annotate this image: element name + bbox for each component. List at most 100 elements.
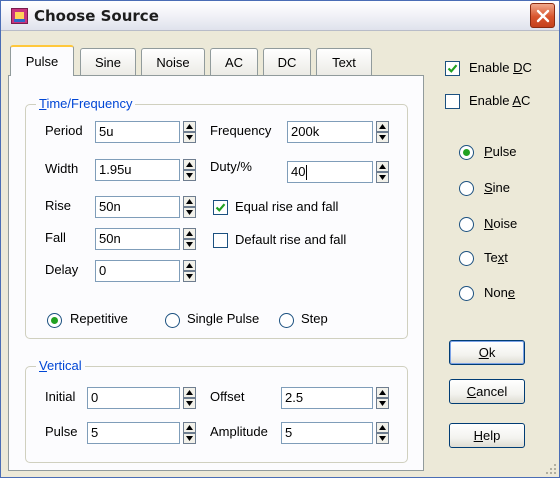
rise-label: Rise xyxy=(45,198,72,213)
spin-up-button[interactable] xyxy=(376,422,389,433)
spin-up-button[interactable] xyxy=(183,196,196,207)
default-rise-fall-label: Default rise and fall xyxy=(235,232,347,247)
source-none-label: None xyxy=(484,285,516,300)
period-field[interactable]: 5u xyxy=(95,121,180,143)
source-pulse-radio[interactable] xyxy=(459,145,474,160)
arrow-up-icon xyxy=(186,124,193,129)
ok-mnemonic: O xyxy=(478,345,489,360)
tab-label: Sine xyxy=(94,54,122,70)
source-sine-radio[interactable] xyxy=(459,181,474,196)
spin-down-button[interactable] xyxy=(376,172,389,183)
initial-field[interactable]: 0 xyxy=(87,387,180,409)
tab-ac[interactable]: AC xyxy=(210,48,258,75)
frequency-spinner[interactable] xyxy=(376,121,389,143)
source-pulse-label: Pulse xyxy=(484,144,517,159)
radio-selected-dot xyxy=(51,317,58,324)
equal-rise-fall-checkbox[interactable] xyxy=(213,200,228,215)
radio-selected-dot xyxy=(463,149,470,156)
spin-up-button[interactable] xyxy=(376,161,389,172)
spin-down-button[interactable] xyxy=(183,207,196,218)
frequency-field[interactable]: 200k xyxy=(287,121,373,143)
arrow-up-icon xyxy=(186,162,193,167)
rise-field[interactable]: 50n xyxy=(95,196,180,218)
amplitude-field[interactable]: 5 xyxy=(281,422,373,444)
tab-text[interactable]: Text xyxy=(316,48,372,75)
pulse-amount-field[interactable]: 5 xyxy=(87,422,180,444)
width-label: Width xyxy=(45,161,79,176)
checkmark-icon xyxy=(215,203,226,212)
enable-ac-label: Enable AC xyxy=(469,93,531,108)
tab-dc[interactable]: DC xyxy=(263,48,311,75)
pulse-amount-spinner[interactable] xyxy=(183,422,196,444)
spin-down-button[interactable] xyxy=(183,433,196,444)
ok-button[interactable]: Ok xyxy=(449,340,525,365)
enable-ac-checkbox[interactable] xyxy=(445,94,460,109)
source-none-radio[interactable] xyxy=(459,286,474,301)
spin-up-button[interactable] xyxy=(183,422,196,433)
spin-up-button[interactable] xyxy=(376,121,389,132)
window-title: Choose Source xyxy=(34,7,159,25)
close-icon xyxy=(536,9,550,23)
repetitive-radio[interactable] xyxy=(47,313,62,328)
period-label: Period xyxy=(45,123,83,138)
cancel-button[interactable]: Cancel xyxy=(449,379,525,404)
duty-spinner[interactable] xyxy=(376,161,389,183)
spin-up-button[interactable] xyxy=(376,387,389,398)
single-pulse-radio[interactable] xyxy=(165,313,180,328)
source-sine-label: Sine xyxy=(484,180,511,195)
spin-up-button[interactable] xyxy=(183,387,196,398)
rise-spinner[interactable] xyxy=(183,196,196,218)
amplitude-spinner[interactable] xyxy=(376,422,389,444)
arrow-down-icon xyxy=(186,401,193,406)
spin-down-button[interactable] xyxy=(376,433,389,444)
frequency-label: Frequency xyxy=(210,123,272,138)
title-bar[interactable]: Choose Source xyxy=(1,1,559,31)
duty-value: 40 xyxy=(291,164,306,179)
source-text-label: Text xyxy=(484,250,508,265)
tab-sine[interactable]: Sine xyxy=(80,48,136,75)
spin-up-button[interactable] xyxy=(183,121,196,132)
delay-field[interactable]: 0 xyxy=(95,260,180,282)
arrow-up-icon xyxy=(186,390,193,395)
spin-down-button[interactable] xyxy=(183,271,196,282)
width-spinner[interactable] xyxy=(183,159,196,181)
spin-up-button[interactable] xyxy=(183,260,196,271)
width-field[interactable]: 1.95u xyxy=(95,159,180,181)
spin-down-button[interactable] xyxy=(183,398,196,409)
arrow-down-icon xyxy=(186,274,193,279)
delay-label: Delay xyxy=(45,262,79,277)
help-button[interactable]: Help xyxy=(449,423,525,448)
source-noise-radio[interactable] xyxy=(459,217,474,232)
repetitive-label: Repetitive xyxy=(70,311,128,326)
source-text-radio[interactable] xyxy=(459,251,474,266)
fall-spinner[interactable] xyxy=(183,228,196,250)
spin-up-button[interactable] xyxy=(183,228,196,239)
offset-spinner[interactable] xyxy=(376,387,389,409)
close-button[interactable] xyxy=(530,3,555,28)
spin-down-button[interactable] xyxy=(376,398,389,409)
tab-pulse[interactable]: Pulse xyxy=(10,45,74,76)
spin-down-button[interactable] xyxy=(183,170,196,181)
fall-field[interactable]: 50n xyxy=(95,228,180,250)
delay-spinner[interactable] xyxy=(183,260,196,282)
arrow-up-icon xyxy=(186,425,193,430)
vertical-group xyxy=(25,366,408,463)
pulse-amount-label: Pulse xyxy=(45,424,78,439)
enable-dc-checkbox[interactable] xyxy=(445,61,460,76)
spin-down-button[interactable] xyxy=(376,132,389,143)
period-spinner[interactable] xyxy=(183,121,196,143)
default-rise-fall-checkbox[interactable] xyxy=(213,233,228,248)
tab-label: AC xyxy=(224,54,244,70)
source-noise-label: Noise xyxy=(484,216,518,231)
duty-field[interactable]: 40 xyxy=(287,161,373,183)
resize-grip-icon[interactable] xyxy=(545,463,557,475)
offset-field[interactable]: 2.5 xyxy=(281,387,373,409)
spin-down-button[interactable] xyxy=(183,239,196,250)
initial-spinner[interactable] xyxy=(183,387,196,409)
step-radio[interactable] xyxy=(279,313,294,328)
tab-label: Pulse xyxy=(25,54,59,69)
spin-down-button[interactable] xyxy=(183,132,196,143)
tab-noise[interactable]: Noise xyxy=(141,48,205,75)
fall-label: Fall xyxy=(45,230,66,245)
spin-up-button[interactable] xyxy=(183,159,196,170)
